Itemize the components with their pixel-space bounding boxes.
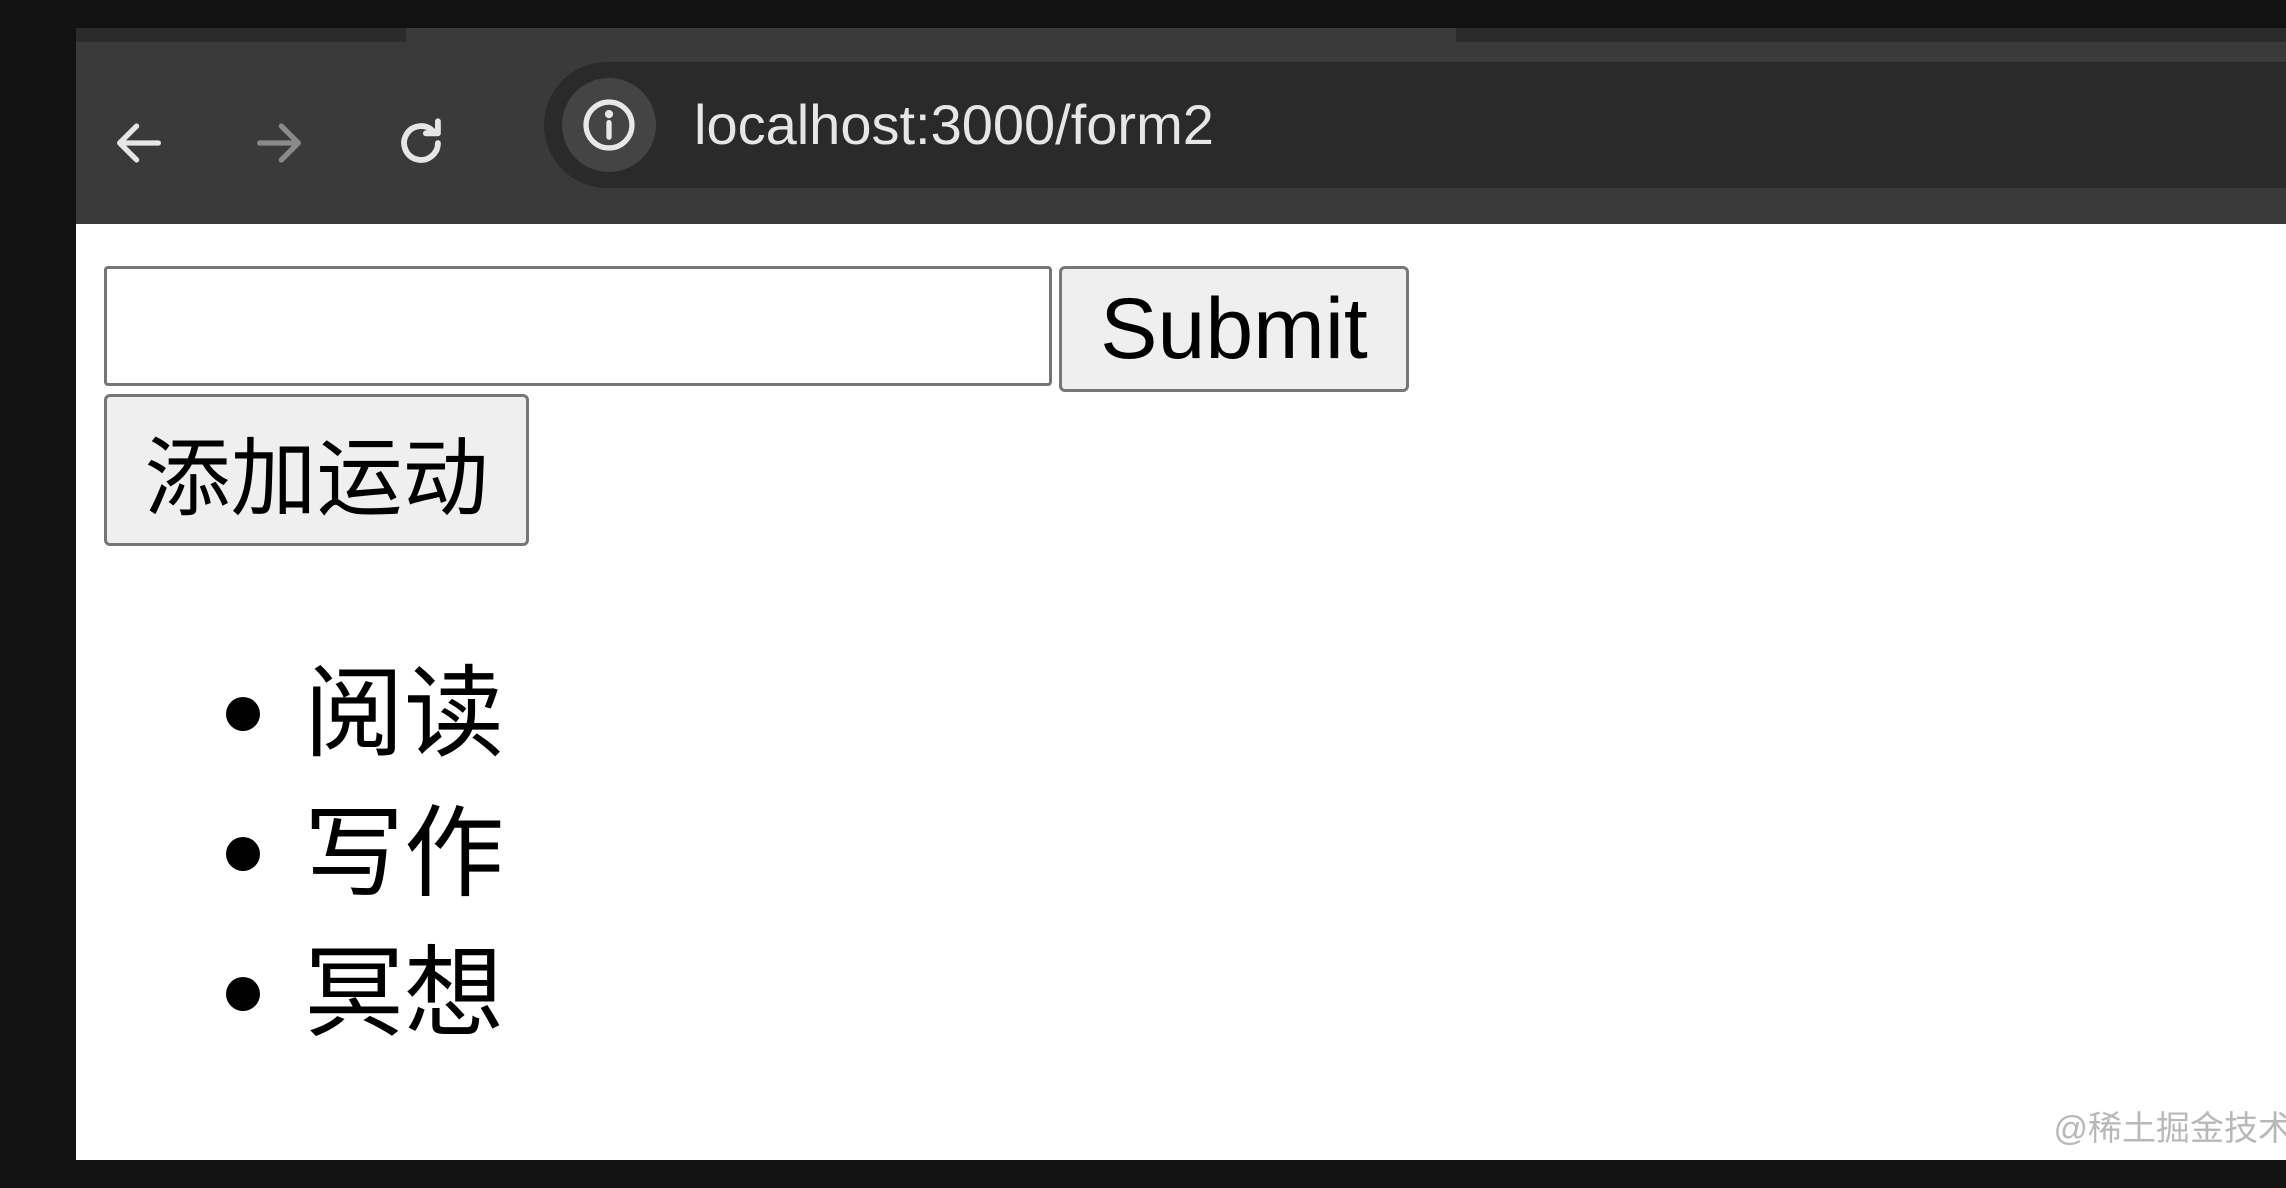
site-info-button[interactable]	[562, 78, 656, 172]
list-item-label: 写作	[304, 798, 504, 910]
forward-button[interactable]	[234, 98, 324, 188]
bullet-icon	[226, 977, 260, 1011]
arrow-right-icon	[257, 123, 301, 163]
bullet-icon	[226, 837, 260, 871]
submit-button[interactable]: Submit	[1059, 266, 1409, 392]
info-icon	[583, 99, 635, 151]
arrow-left-icon	[117, 123, 161, 163]
active-tab[interactable]	[406, 28, 1456, 42]
back-button[interactable]	[94, 98, 184, 188]
browser-toolbar: localhost:3000/form2	[76, 28, 2286, 224]
watermark: @稀土掘金技术	[2053, 1110, 2286, 1148]
url-text[interactable]: localhost:3000/form2	[694, 62, 1214, 188]
list-item-label: 冥想	[304, 938, 504, 1050]
page-content: Submit 添加运动 阅读 写作 冥想 @稀土掘金技术	[76, 224, 2286, 1160]
reload-icon	[401, 118, 441, 163]
add-sport-button[interactable]: 添加运动	[104, 394, 529, 546]
text-input[interactable]	[104, 266, 1052, 386]
tab-strip	[76, 28, 2286, 42]
list-item-label: 阅读	[304, 658, 504, 770]
bullet-icon	[226, 697, 260, 731]
address-bar[interactable]: localhost:3000/form2	[544, 62, 2286, 188]
reload-button[interactable]	[376, 98, 466, 188]
browser-window: localhost:3000/form2 Submit 添加运动 阅读 写作 冥…	[76, 28, 2286, 1160]
